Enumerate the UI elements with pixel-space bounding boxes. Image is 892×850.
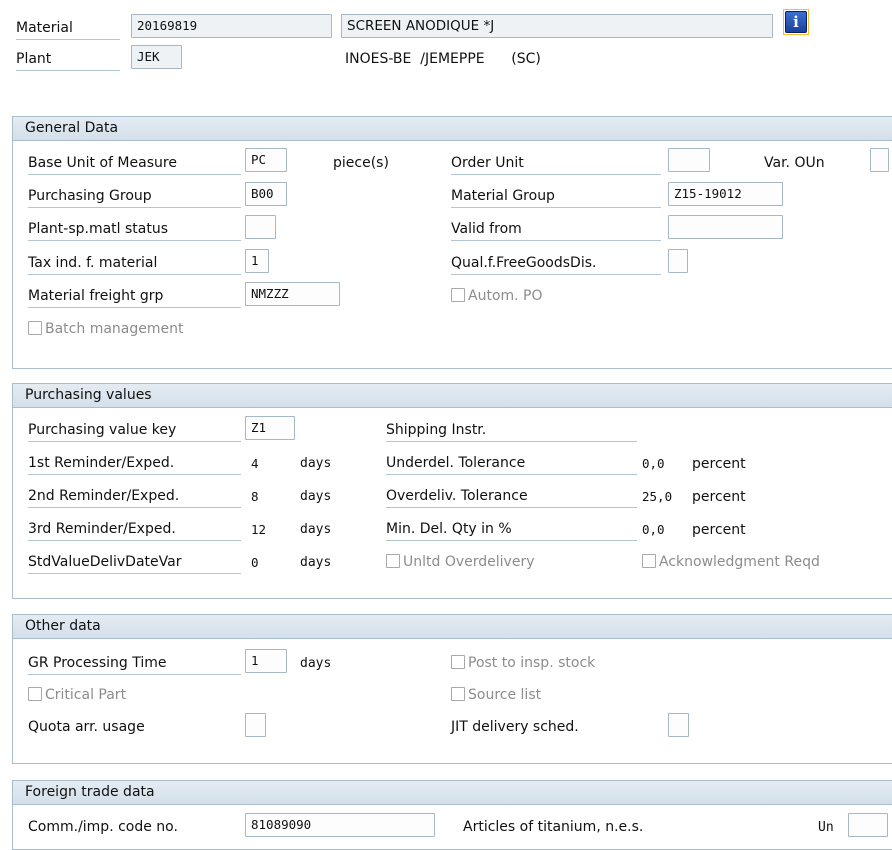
underdel-tolerance-unit: percent [692,456,746,472]
batch-management-label: Batch management [45,321,184,337]
var-oun-label: Var. OUn [764,155,825,171]
un-field[interactable] [848,813,888,837]
overdeliv-tolerance-value: 25,0 [642,489,673,504]
freight-group-field[interactable]: NMZZZ [245,282,340,306]
material-label: Material [16,20,120,40]
reminder-3-value: 12 [251,522,267,537]
jit-delivery-sched-field[interactable] [668,713,689,737]
reminder-2-value: 8 [251,489,259,504]
checkbox-box [642,554,656,568]
min-del-qty-unit: percent [692,522,746,538]
acknowledgment-reqd-checkbox[interactable]: Acknowledgment Reqd [642,554,820,570]
purchasing-value-key-label: Purchasing value key [28,422,241,442]
foreign-trade-group: Foreign trade data [12,780,892,850]
acknowledgment-reqd-label: Acknowledgment Reqd [659,554,820,570]
plant-status-field[interactable] [245,215,276,239]
plant-label: Plant [16,51,120,71]
jit-delivery-sched-label: JIT delivery sched. [451,719,579,735]
material-field[interactable]: 20169819 [131,14,332,38]
plant-description: INOES-BE /JEMEPPE (SC) [345,51,541,67]
purchasing-group-field[interactable]: B00 [245,182,287,206]
reminder-3-unit: days [300,522,332,537]
quota-arr-usage-label: Quota arr. usage [28,719,145,735]
checkbox-box [28,687,42,701]
critical-part-label: Critical Part [45,687,127,703]
source-list-label: Source list [468,687,542,703]
autom-po-label: Autom. PO [468,288,543,304]
quota-arr-usage-field[interactable] [245,713,266,737]
std-value-deliv-unit: days [300,555,332,570]
free-goods-field[interactable] [668,249,688,273]
checkbox-box [451,655,465,669]
free-goods-label: Qual.f.FreeGoodsDis. [451,255,661,275]
std-value-deliv-value: 0 [251,555,259,570]
foreign-trade-header: Foreign trade data [13,781,892,805]
gr-processing-time-unit: days [300,656,332,671]
tax-indicator-label: Tax ind. f. material [28,255,241,275]
post-insp-stock-label: Post to insp. stock [468,655,596,671]
base-uom-label: Base Unit of Measure [28,155,241,175]
material-description-field[interactable]: SCREEN ANODIQUE *J [341,14,773,38]
freight-group-label: Material freight grp [28,288,241,308]
material-group-field[interactable]: Z15-19012 [668,182,783,206]
reminder-2-unit: days [300,489,332,504]
min-del-qty-value: 0,0 [642,522,665,537]
reminder-3-label: 3rd Reminder/Exped. [28,521,241,541]
gr-processing-time-label: GR Processing Time [28,655,241,675]
plant-status-label: Plant-sp.matl status [28,221,241,241]
tax-indicator-field[interactable]: 1 [245,249,269,273]
reminder-1-value: 4 [251,456,259,471]
unltd-overdelivery-checkbox[interactable]: Unltd Overdelivery [386,554,534,570]
valid-from-field[interactable] [668,215,783,239]
batch-management-checkbox[interactable]: Batch management [28,321,183,337]
critical-part-checkbox[interactable]: Critical Part [28,687,126,703]
reminder-1-unit: days [300,456,332,471]
other-data-header: Other data [13,615,892,639]
purchasing-values-header: Purchasing values [13,384,892,408]
checkbox-box [451,687,465,701]
order-unit-label: Order Unit [451,155,661,175]
valid-from-label: Valid from [451,221,661,241]
overdeliv-tolerance-unit: percent [692,489,746,505]
reminder-2-label: 2nd Reminder/Exped. [28,488,241,508]
purchasing-value-key-field[interactable]: Z1 [245,416,295,440]
comm-imp-code-description: Articles of titanium, n.e.s. [463,819,644,835]
reminder-1-label: 1st Reminder/Exped. [28,455,241,475]
order-unit-field[interactable] [668,148,710,172]
plant-field[interactable]: JEK [131,45,182,69]
general-data-header: General Data [13,117,892,141]
checkbox-box [451,288,465,302]
source-list-checkbox[interactable]: Source list [451,687,541,703]
info-icon[interactable]: i [783,9,809,35]
material-group-label: Material Group [451,188,661,208]
gr-processing-time-field[interactable]: 1 [245,649,287,673]
base-uom-text: piece(s) [333,155,389,171]
post-insp-stock-checkbox[interactable]: Post to insp. stock [451,655,595,671]
autom-po-checkbox[interactable]: Autom. PO [451,288,543,304]
unltd-overdelivery-label: Unltd Overdelivery [403,554,535,570]
underdel-tolerance-label: Underdel. Tolerance [386,455,637,475]
checkbox-box [386,554,400,568]
var-oun-field[interactable] [870,148,889,172]
min-del-qty-label: Min. Del. Qty in % [386,521,637,541]
purchasing-group-label: Purchasing Group [28,188,241,208]
shipping-instr-label: Shipping Instr. [386,422,637,442]
comm-imp-code-field[interactable]: 81089090 [245,813,435,837]
std-value-deliv-label: StdValueDelivDateVar [28,554,241,574]
base-uom-field[interactable]: PC [245,148,287,172]
un-label: Un [818,820,834,835]
overdeliv-tolerance-label: Overdeliv. Tolerance [386,488,637,508]
comm-imp-code-label: Comm./imp. code no. [28,819,178,835]
checkbox-box [28,321,42,335]
underdel-tolerance-value: 0,0 [642,456,665,471]
